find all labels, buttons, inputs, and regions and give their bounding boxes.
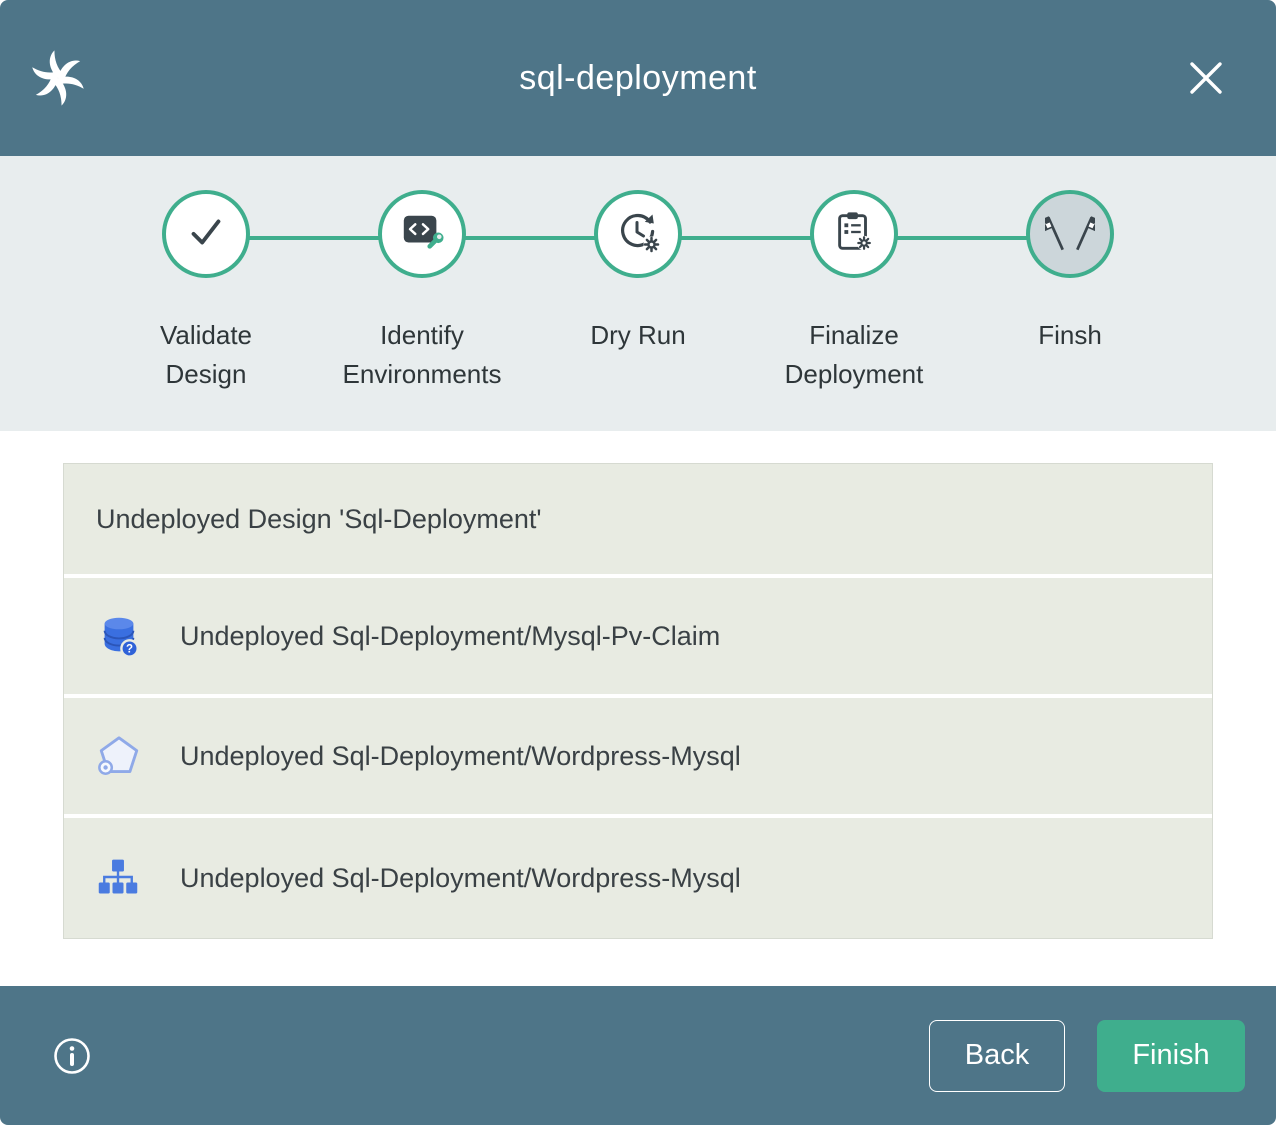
info-icon[interactable] (48, 1032, 96, 1080)
modal-header: sql-deployment (0, 0, 1276, 156)
spiral-logo-icon (30, 50, 86, 106)
step-identify-environments[interactable]: Identify Environments (314, 190, 530, 394)
modal-title: sql-deployment (0, 59, 1276, 98)
step-circle (594, 190, 682, 278)
list-item-text: Undeployed Sql-Deployment/Wordpress-Mysq… (180, 863, 741, 894)
step-label: Identify Environments (340, 316, 504, 394)
wizard-stepper: Validate Design (0, 156, 1276, 431)
list-item: Undeployed Sql-Deployment/Wordpress-Mysq… (64, 818, 1212, 938)
step-validate-design[interactable]: Validate Design (98, 190, 314, 394)
step-label: Finalize Deployment (772, 316, 936, 394)
list-item-text: Undeployed Design 'Sql-Deployment' (96, 504, 542, 535)
list-item: ? Undeployed Sql-Deployment/Mysql-Pv-Cla… (64, 578, 1212, 698)
back-button[interactable]: Back (929, 1020, 1065, 1092)
step-finalize-deployment[interactable]: Finalize Deployment (746, 190, 962, 394)
step-label: Validate Design (124, 316, 288, 394)
step-circle (162, 190, 250, 278)
step-dry-run[interactable]: Dry Run (530, 190, 746, 394)
database-badge-text: ? (126, 643, 133, 655)
execution-log: Undeployed Design 'Sql-Deployment' ? Und… (0, 431, 1276, 986)
clipboard-gear-icon (831, 209, 877, 260)
close-icon[interactable] (1180, 52, 1232, 104)
step-finish[interactable]: Finsh (962, 190, 1178, 394)
modal-footer: Back Finish (0, 986, 1276, 1125)
footer-actions: Back Finish (929, 1020, 1245, 1092)
list-item-text: Undeployed Sql-Deployment/Wordpress-Mysq… (180, 741, 741, 772)
list-item: Undeployed Design 'Sql-Deployment' (64, 464, 1212, 578)
list-item-text: Undeployed Sql-Deployment/Mysql-Pv-Claim (180, 621, 720, 652)
list-item: Undeployed Sql-Deployment/Wordpress-Mysq… (64, 698, 1212, 818)
rerun-clock-gear-icon (614, 208, 662, 261)
pod-icon (96, 733, 142, 779)
step-circle (1026, 190, 1114, 278)
step-label: Dry Run (590, 316, 685, 355)
step-label: Finsh (1038, 316, 1102, 355)
checkered-flags-icon (1045, 207, 1095, 262)
finish-button[interactable]: Finish (1097, 1020, 1245, 1092)
deployment-wizard-modal: sql-deployment Validate (0, 0, 1276, 1125)
database-icon: ? (96, 613, 142, 659)
check-icon (183, 209, 229, 260)
task-list: Undeployed Design 'Sql-Deployment' ? Und… (63, 463, 1213, 939)
step-circle (378, 190, 466, 278)
topology-icon (96, 855, 142, 901)
step-circle (810, 190, 898, 278)
code-wrench-icon (399, 209, 445, 260)
